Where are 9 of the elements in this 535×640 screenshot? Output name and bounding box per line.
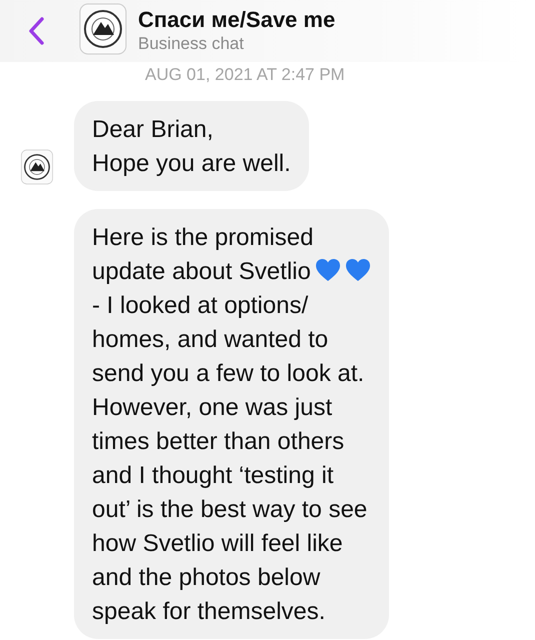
logo-icon bbox=[78, 2, 128, 56]
logo-icon bbox=[20, 148, 54, 186]
chat-subtitle: Business chat bbox=[138, 33, 245, 55]
message-bubble: Here is the promised update about Svetlio - I looked at options/ homes, and wanted to send you a few to look at. However, one was just times better than others and I thought ‘testing it out’ is the best way to see how Svetlio will feel like and the photos below speak for themselves. bbox=[74, 209, 389, 639]
heart-icon bbox=[344, 258, 371, 282]
message-bubble: Dear Brian, Hope you are well. bbox=[74, 101, 309, 191]
heart-icon bbox=[314, 258, 341, 282]
chat-title: Спаси ме/Save me bbox=[138, 7, 336, 33]
message-timestamp: AUG 01, 2021 AT 2:47 PM bbox=[145, 65, 345, 84]
